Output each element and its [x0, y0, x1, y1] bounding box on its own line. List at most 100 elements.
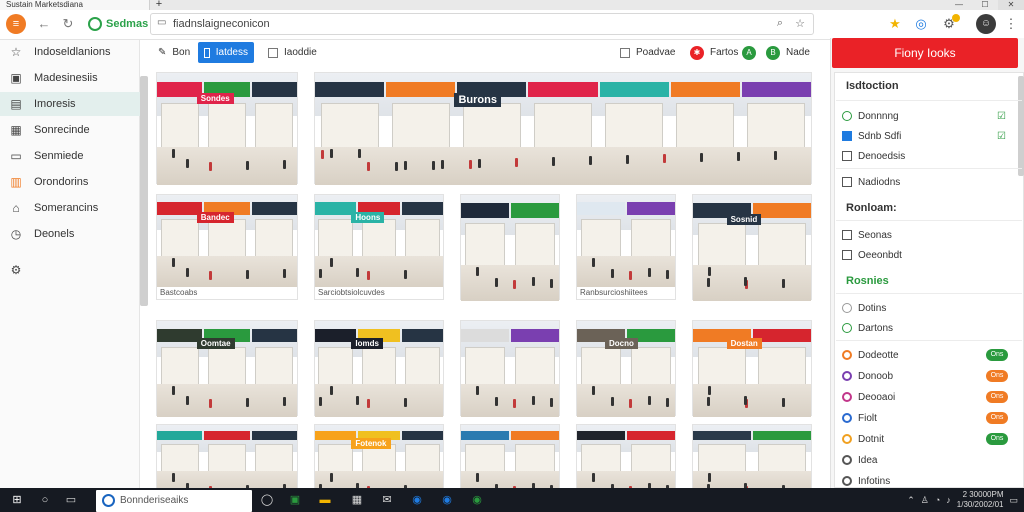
store-icon[interactable]: ▣ [286, 491, 304, 509]
primary-action-button[interactable]: Fiony Iooks [832, 38, 1018, 68]
edge-icon[interactable]: ◉ [438, 491, 456, 509]
option-row-8[interactable]: Dartons [842, 320, 1008, 336]
app-icon[interactable]: ▦ [348, 491, 366, 509]
tag-row[interactable]: Idea [842, 452, 1008, 468]
store-window [404, 443, 440, 474]
option-label: Seonas [858, 229, 892, 241]
chrome-icon[interactable]: ◉ [468, 491, 486, 509]
app-logo-icon[interactable]: ≡ [6, 14, 26, 34]
image-card[interactable] [460, 194, 560, 301]
option-row-7[interactable]: Dotins [842, 300, 1008, 316]
option-row-4[interactable]: Nadiodns [842, 174, 1008, 190]
shopper [648, 396, 651, 406]
sidebar-item-8[interactable]: ◷ Deonels [0, 222, 140, 246]
panel-scrollbar[interactable] [1018, 76, 1024, 176]
image-card[interactable]: Docno [576, 320, 676, 417]
tag-row[interactable]: Infotins [842, 473, 1008, 489]
image-card[interactable]: Fotenok [314, 424, 444, 488]
close-button[interactable]: ✕ [998, 0, 1024, 10]
sidebar-item-5[interactable]: ▭ Senmiede [0, 144, 140, 168]
search-icon[interactable]: ○ [36, 491, 54, 509]
folder-icon[interactable]: ▬ [316, 491, 334, 509]
back-icon[interactable]: ← [36, 16, 52, 32]
store-sign [251, 328, 297, 342]
brand[interactable]: Sedmas [88, 16, 148, 32]
filter-button[interactable]: Poadvae [614, 42, 681, 63]
people-icon[interactable]: ♙ [921, 495, 929, 506]
store-window [361, 219, 397, 260]
image-card[interactable]: Bandec Bastcoabs [156, 194, 298, 300]
reload-icon[interactable]: ↻ [60, 16, 76, 32]
sidebar-item-4[interactable]: ▦ Sonrecinde [0, 118, 140, 142]
tag-row[interactable]: Deooaoi Ons [842, 389, 1008, 405]
image-card[interactable]: Iomds [314, 320, 444, 417]
avatar[interactable]: ☺ [976, 14, 996, 34]
sidebar-item-2[interactable]: ▣ Madesinesiis [0, 66, 140, 90]
task-view-icon[interactable]: ▭ [62, 491, 80, 509]
sidebar-scrollbar[interactable] [140, 76, 148, 306]
clock[interactable]: 2 30000PM 1/30/2002/01 [957, 490, 1004, 510]
image-card[interactable] [692, 424, 812, 488]
check-icon: ☑ [997, 110, 1006, 122]
storefront [461, 430, 509, 474]
favorite-star-icon[interactable]: ★ [886, 15, 904, 33]
image-card[interactable]: Dostan [692, 320, 812, 417]
sidebar-item-settings[interactable]: ⚙ [0, 258, 140, 282]
minimize-button[interactable]: — [946, 0, 972, 10]
taskbar-search-input[interactable]: Bonnderiseaiks [96, 490, 252, 512]
tag-row[interactable]: Fiolt Ons [842, 410, 1008, 426]
search-icon[interactable]: ⌕ [773, 17, 787, 31]
store-sign [461, 430, 509, 441]
shopper [404, 269, 407, 279]
tag-row[interactable]: Dodeotte Ons [842, 347, 1008, 363]
image-card[interactable] [460, 424, 560, 488]
shopper [782, 398, 785, 408]
image-card[interactable]: Sosnid [692, 194, 812, 301]
option-row-1[interactable]: Donnnng ☑ [842, 108, 1008, 124]
option-row-5[interactable]: Seonas [842, 227, 1008, 243]
cortana-icon[interactable]: ◯ [258, 491, 276, 509]
image-card[interactable]: Ranbsurcioshiitees [576, 194, 676, 300]
storefront [251, 81, 297, 152]
tab-active[interactable]: Iatdess [198, 42, 254, 63]
sidebar-item-6[interactable]: ▥ Orondorins [0, 170, 140, 194]
tag-row[interactable]: Donoob Ons [842, 368, 1008, 384]
badge-a-button[interactable]: A [736, 42, 762, 63]
mail-icon[interactable]: ✉ [378, 491, 396, 509]
tag-row[interactable]: Dotnit Ons [842, 431, 1008, 447]
browser-icon[interactable]: ◉ [408, 491, 426, 509]
image-card[interactable] [156, 424, 298, 488]
store-sign [157, 328, 203, 342]
image-card[interactable]: Oomtae [156, 320, 298, 417]
view-toggle-button[interactable]: ✎ Bon [152, 42, 196, 63]
image-card[interactable]: Burons [314, 72, 812, 185]
menu-icon[interactable]: ⋮ [1002, 15, 1020, 33]
tab-secondary[interactable]: Iaoddie [262, 42, 323, 63]
sync-icon[interactable]: ◎ [912, 15, 930, 33]
chevron-up-icon[interactable]: ⌃ [907, 495, 915, 506]
option-row-3[interactable]: Denoedsis [842, 148, 1008, 164]
option-row-2[interactable]: Sdnb Sdfi ☑ [842, 128, 1008, 144]
share-button[interactable]: B Nade [760, 42, 816, 63]
store-sign [157, 430, 203, 441]
image-card[interactable] [576, 424, 676, 488]
sidebar-item-label: Orondorins [34, 176, 89, 188]
network-icon[interactable]: ◔ [935, 495, 940, 505]
shopper [515, 158, 518, 168]
sidebar-item-1[interactable]: ☆ Indoseldlanions [0, 40, 140, 64]
browser-tab[interactable]: Sustain Marketsdiana [0, 0, 150, 10]
image-card[interactable] [460, 320, 560, 417]
sidebar-item-3[interactable]: ▤ Imoresis [0, 92, 140, 116]
bookmark-star-icon[interactable]: ☆ [793, 17, 807, 31]
image-card[interactable]: Sondes [156, 72, 298, 185]
volume-icon[interactable]: ♪ [946, 495, 951, 505]
sidebar-item-7[interactable]: ⌂ Somerancins [0, 196, 140, 220]
option-row-6[interactable]: Oeeonbdt [842, 247, 1008, 263]
new-tab-button[interactable]: + [152, 0, 166, 10]
image-card[interactable]: Hoons Sarciobtsiolcuvdes [314, 194, 444, 300]
maximize-button[interactable]: ☐ [972, 0, 998, 10]
notification-icon[interactable]: ▭ [1009, 495, 1018, 506]
windows-start-icon[interactable]: ⊞ [8, 491, 26, 509]
address-bar[interactable]: ▭ fiadnslaigneconicon ⌕ ☆ [150, 13, 814, 35]
store-window [697, 223, 747, 270]
